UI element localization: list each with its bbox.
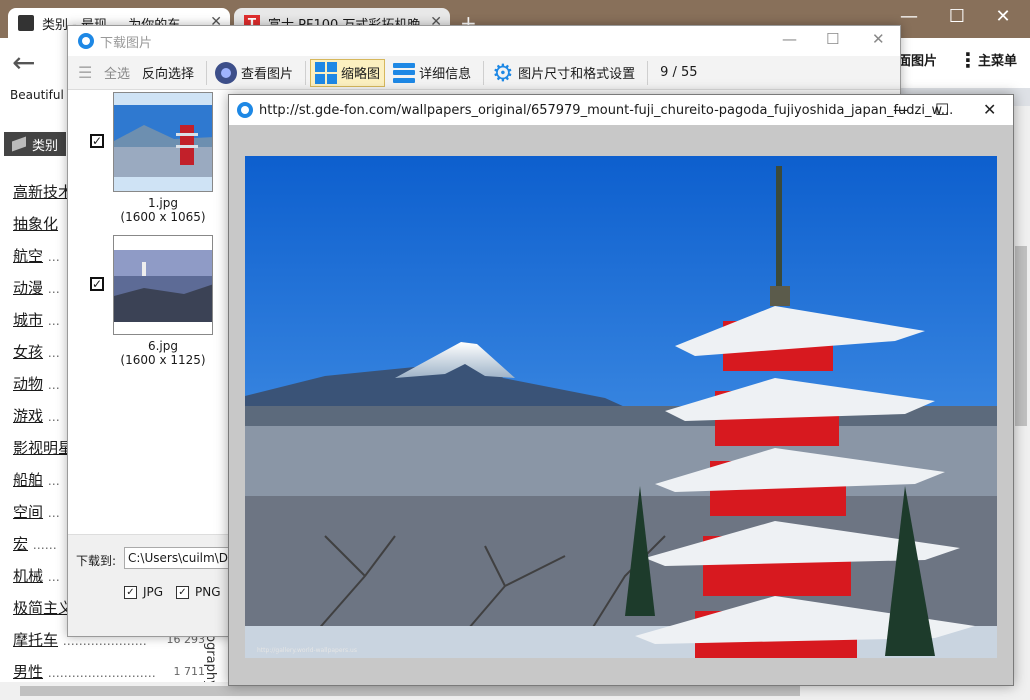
thumbnails-grid-icon (315, 61, 338, 84)
invert-selection-button[interactable]: 反向选择 (138, 59, 198, 87)
category-header-label: 类别 (32, 138, 59, 154)
format-png-option[interactable]: ✓ PNG (176, 585, 221, 599)
browser-close-button[interactable]: ✕ (988, 6, 1018, 27)
details-view-button[interactable]: 详细信息 (389, 59, 475, 87)
category-name[interactable]: 动物 (13, 375, 43, 393)
close-button[interactable]: ✕ (872, 30, 885, 48)
viewer-url: http://st.gde-fon.com/wallpapers_origina… (259, 102, 954, 118)
app-icon (237, 102, 253, 118)
category-name[interactable]: 游戏 (13, 407, 43, 425)
category-name[interactable]: 高新技术 (13, 183, 73, 201)
format-png-checkbox[interactable]: ✓ (176, 585, 189, 599)
viewer-minimize-button[interactable]: — (893, 100, 909, 119)
viewer-close-button[interactable]: ✕ (983, 100, 996, 119)
size-format-settings-label: 图片尺寸和格式设置 (518, 67, 636, 82)
category-name[interactable]: 影视明星 (13, 439, 73, 457)
thumbnail-item[interactable]: ✓ 1.jpg (1600 x 1065) (90, 92, 218, 224)
thumbnail-dimensions: (1600 x 1065) (120, 210, 206, 224)
format-jpg-option[interactable]: ✓ JPG (124, 585, 163, 599)
toolbar-divider (483, 60, 485, 85)
category-icon (12, 136, 26, 152)
tab-favicon-icon (18, 15, 34, 31)
thumbnail-item[interactable]: ✓ 6.jpg (1600 x 1125) (90, 235, 218, 367)
image-counter: 9 / 55 (660, 65, 698, 80)
kebab-menu-icon[interactable]: ⋮ (958, 48, 978, 72)
category-leader-dots: …… (32, 538, 57, 552)
thumbnail-dimensions: (1600 x 1125) (120, 353, 206, 367)
category-name[interactable]: 城市 (13, 311, 43, 329)
image-viewer-window: http://st.gde-fon.com/wallpapers_origina… (228, 94, 1014, 686)
viewer-image[interactable]: http://gallery.world-wallpapers.us (245, 156, 997, 658)
bookmark-item[interactable]: Beautiful F (10, 88, 75, 102)
images-button[interactable]: 面图片 (898, 50, 937, 69)
format-jpg-label: JPG (143, 585, 164, 599)
viewer-watermark: http://gallery.world-wallpapers.us (257, 647, 357, 654)
viewer-maximize-button[interactable]: ☐ (935, 100, 949, 119)
category-leader-dots: … (47, 474, 60, 488)
view-image-button[interactable]: 查看图片 (211, 59, 297, 87)
thumbnail-image[interactable] (113, 92, 213, 192)
select-all-label: 全选 (104, 67, 131, 82)
browser-maximize-button[interactable]: ☐ (942, 6, 972, 27)
invert-selection-label: 反向选择 (142, 67, 195, 82)
select-all-icon: ☰ (78, 62, 93, 82)
thumbnail-filename: 6.jpg (147, 339, 179, 353)
view-image-label: 查看图片 (241, 67, 294, 82)
browser-minimize-button[interactable]: — (894, 6, 924, 27)
vertical-scrollbar[interactable] (1012, 106, 1030, 682)
toolbar-divider (206, 60, 208, 85)
thumbnails-view-button[interactable]: 缩略图 (310, 58, 386, 87)
details-label: 详细信息 (419, 67, 472, 82)
thumbnail-checkbox[interactable]: ✓ (90, 277, 104, 291)
window-titlebar: 下载图片 — ☐ ✕ (68, 26, 900, 56)
category-name[interactable]: 宏 (13, 535, 28, 553)
category-name[interactable]: 极简主义 (13, 599, 73, 617)
category-name[interactable]: 摩托车 (13, 631, 58, 649)
eye-icon (215, 61, 238, 84)
details-list-icon (393, 62, 416, 83)
maximize-button[interactable]: ☐ (826, 30, 839, 48)
category-leader-dots: ……………………… (47, 666, 156, 680)
scrollbar-thumb[interactable] (1015, 246, 1027, 426)
category-name[interactable]: 动漫 (13, 279, 43, 297)
category-name[interactable]: 女孩 (13, 343, 43, 361)
category-name[interactable]: 抽象化 (13, 215, 58, 233)
category-name[interactable]: 航空 (13, 247, 43, 265)
category-leader-dots: … (47, 282, 60, 296)
window-title: 下载图片 (100, 35, 153, 51)
category-leader-dots: … (47, 250, 60, 264)
category-leader-dots: … (47, 378, 60, 392)
category-name[interactable]: 机械 (13, 567, 43, 585)
app-icon (78, 33, 94, 49)
minimize-button[interactable]: — (782, 30, 797, 48)
category-leader-dots: … (47, 314, 60, 328)
category-name[interactable]: 空间 (13, 503, 43, 521)
category-leader-dots: … (47, 410, 60, 424)
thumbnail-checkbox[interactable]: ✓ (90, 134, 104, 148)
category-name[interactable]: 船舶 (13, 471, 43, 489)
category-name[interactable]: 男性 (13, 663, 43, 681)
back-arrow-icon[interactable]: ← (12, 46, 35, 79)
thumbnail-caption: 1.jpg (1600 x 1065) (108, 196, 218, 224)
toolbar-divider (647, 60, 649, 85)
toolbar-divider (305, 60, 307, 85)
gear-icon: ⚙ (492, 58, 514, 87)
dialog-toolbar: ☰ 全选 反向选择 查看图片 缩略图 详细信息 ⚙ 图片尺寸和格式设置 9 / … (68, 56, 900, 90)
select-all-button[interactable]: ☰ 全选 (74, 59, 134, 87)
category-leader-dots: … (47, 346, 60, 360)
category-leader-dots: … (47, 570, 60, 584)
size-format-settings-button[interactable]: ⚙ 图片尺寸和格式设置 (488, 59, 639, 87)
thumbnail-image[interactable] (113, 235, 213, 335)
format-png-label: PNG (195, 585, 221, 599)
main-menu-button[interactable]: 主菜单 (978, 50, 1017, 69)
thumbnail-caption: 6.jpg (1600 x 1125) (108, 339, 218, 367)
category-header: 类别 (4, 132, 66, 156)
thumbnail-filename: 1.jpg (147, 196, 179, 210)
download-to-label: 下载到: (76, 554, 117, 568)
viewer-titlebar: http://st.gde-fon.com/wallpapers_origina… (229, 95, 1013, 125)
scrollbar-thumb[interactable] (20, 686, 800, 696)
category-leader-dots: … (47, 506, 60, 520)
thumbnails-label: 缩略图 (341, 67, 381, 82)
format-jpg-checkbox[interactable]: ✓ (124, 585, 137, 599)
